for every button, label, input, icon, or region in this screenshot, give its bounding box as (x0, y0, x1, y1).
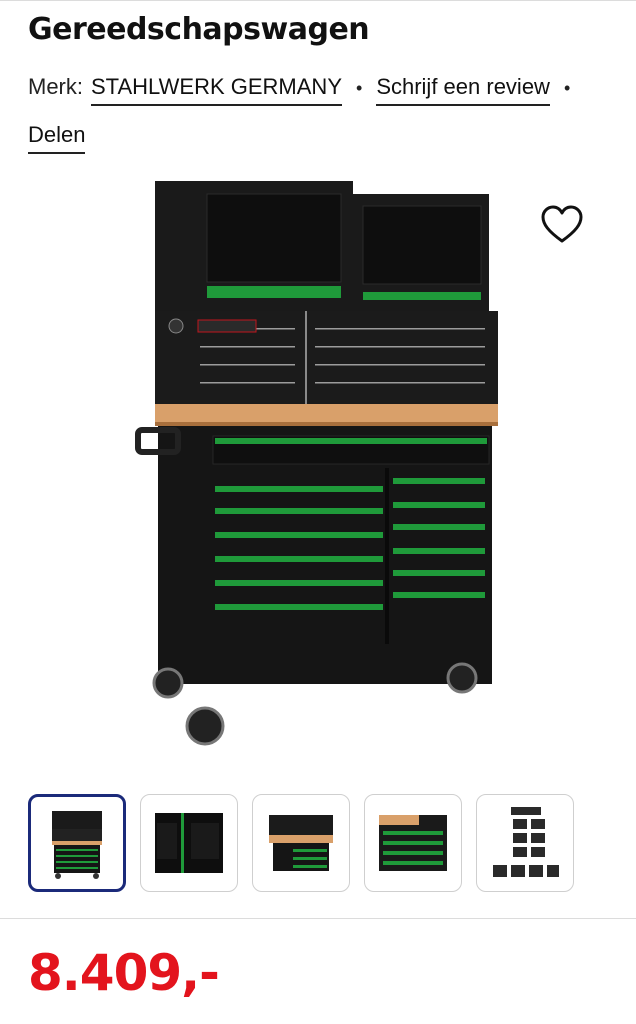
thumbnail-4[interactable] (364, 794, 462, 892)
thumbnail-image (52, 811, 102, 879)
thumbnail-image (155, 813, 223, 873)
product-meta-row: Merk: STAHLWERK GERMANY • Schrijf een re… (28, 74, 584, 106)
brand-link[interactable]: STAHLWERK GERMANY (91, 74, 342, 106)
separator-dot: • (356, 78, 363, 98)
thumbnail-3[interactable] (252, 794, 350, 892)
top-divider (0, 0, 636, 1)
thumbnail-image (269, 815, 333, 871)
thumbnail-image (379, 815, 447, 871)
page-title: Gereedschapswagen (28, 12, 370, 47)
share-link[interactable]: Delen (28, 122, 86, 154)
product-main-image[interactable] (0, 168, 636, 778)
thumbnail-5[interactable] (476, 794, 574, 892)
separator-dot: • (563, 78, 571, 98)
price-divider (0, 918, 636, 919)
thumbnail-strip (28, 794, 574, 892)
thumbnail-image (493, 807, 559, 877)
brand-label: Merk: (28, 74, 83, 99)
product-meta-row-2: Delen (28, 122, 86, 154)
product-price: 8.409,- (28, 944, 220, 1002)
write-review-link[interactable]: Schrijf een review (376, 74, 550, 106)
favorite-heart-icon[interactable] (540, 205, 584, 245)
thumbnail-1[interactable] (28, 794, 126, 892)
thumbnail-2[interactable] (140, 794, 238, 892)
